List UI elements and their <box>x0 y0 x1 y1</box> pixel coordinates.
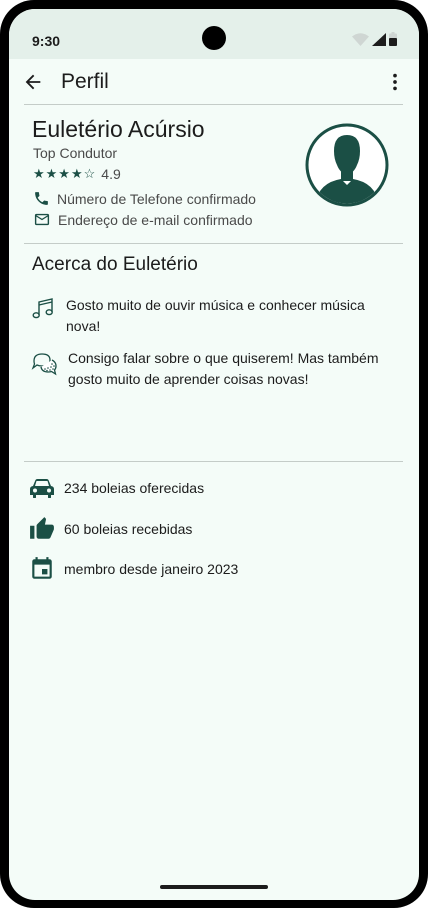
about-item-text: Gosto muito de ouvir música e conhecer m… <box>66 297 365 334</box>
status-time: 9:30 <box>32 33 61 49</box>
email-icon <box>34 213 50 226</box>
calendar-icon <box>32 557 52 579</box>
arrow-left-icon[interactable] <box>22 71 44 93</box>
status-bar: 9:30 <box>9 9 419 59</box>
stat-row: 60 boleias recebidas <box>29 516 192 542</box>
divider <box>24 104 403 105</box>
phone-icon <box>35 192 48 205</box>
phone-verified-text: Número de Telefone confirmado <box>57 190 256 207</box>
email-verified-row: Endereço de e-mail confirmado <box>33 211 253 228</box>
music-note-icon <box>32 298 53 319</box>
home-indicator[interactable] <box>160 885 268 889</box>
email-verified-text: Endereço de e-mail confirmado <box>58 211 253 228</box>
stat-row: 234 boleias oferecidas <box>29 477 204 499</box>
stat-text: membro desde janeiro 2023 <box>64 561 239 577</box>
battery-icon <box>389 32 397 46</box>
star-rating-icons: ★★★★☆ <box>33 166 97 181</box>
profile-subtitle: Top Condutor <box>33 145 118 161</box>
camera-cutout <box>202 26 226 50</box>
chat-bubbles-icon <box>31 353 57 376</box>
divider <box>24 243 403 244</box>
rating-value: 4.9 <box>101 166 121 182</box>
about-section-title: Acerca do Euletério <box>32 254 198 275</box>
about-item-text: Consigo falar sobre o que quiserem! Mas … <box>68 350 379 387</box>
wifi-icon <box>352 32 369 46</box>
profile-name: Euletério Acúrsio <box>32 116 205 142</box>
status-icons <box>352 32 397 46</box>
thumb-up-icon <box>30 517 54 539</box>
signal-icon <box>372 32 386 46</box>
about-item: Gosto muito de ouvir música e conhecer m… <box>31 295 381 337</box>
stat-text: 60 boleias recebidas <box>64 521 193 537</box>
screen: 9:30 Perfil Euletério Acúrsio Top Condut… <box>9 9 419 900</box>
app-bar: Perfil <box>9 59 419 105</box>
more-vert-icon[interactable] <box>384 71 406 93</box>
stat-row: membro desde janeiro 2023 <box>29 556 238 582</box>
phone-frame: 9:30 Perfil Euletério Acúrsio Top Condut… <box>0 0 428 908</box>
rating: ★★★★☆ 4.9 <box>33 166 121 182</box>
about-item: Consigo falar sobre o que quiserem! Mas … <box>31 348 383 390</box>
car-icon <box>30 479 54 498</box>
divider <box>24 461 403 462</box>
avatar <box>305 123 389 207</box>
page-title: Perfil <box>61 70 109 93</box>
phone-verified-row: Número de Telefone confirmado <box>33 190 256 207</box>
stat-text: 234 boleias oferecidas <box>64 480 205 496</box>
